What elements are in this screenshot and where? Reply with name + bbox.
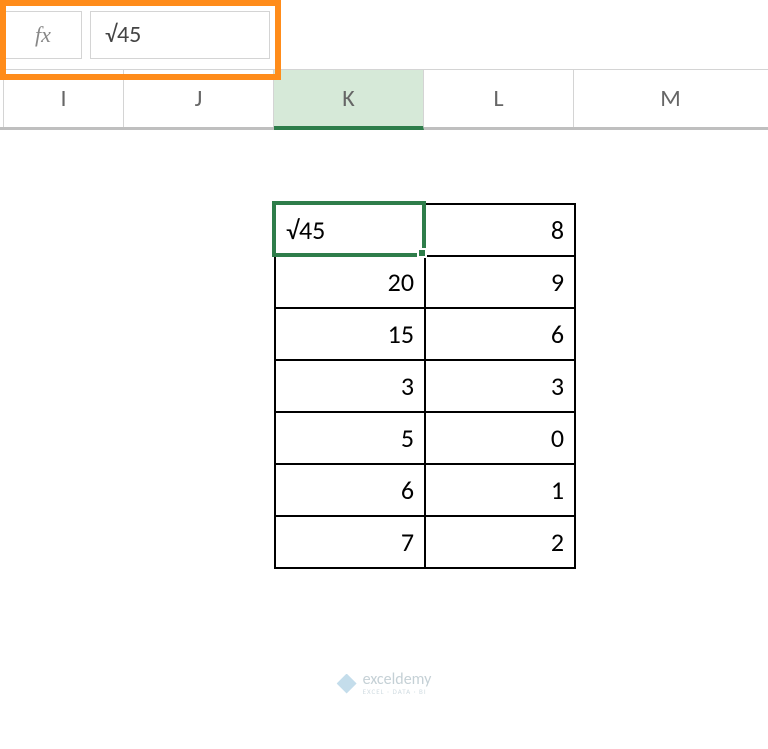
column-header-L[interactable]: L: [424, 70, 574, 127]
table-row: 5 0: [275, 412, 575, 464]
cell-L6[interactable]: 1: [425, 464, 575, 516]
cell-L1[interactable]: 8: [425, 204, 575, 256]
watermark-main: exceldemy: [363, 672, 432, 688]
column-headers-row: I J K L M: [0, 70, 768, 130]
fx-label: fx: [35, 22, 51, 48]
cell-K4[interactable]: 3: [275, 360, 425, 412]
column-header-M[interactable]: M: [574, 70, 767, 127]
cell-K7[interactable]: 7: [275, 516, 425, 568]
column-header-K[interactable]: K: [274, 70, 424, 130]
cell-L4[interactable]: 3: [425, 360, 575, 412]
cell-K2[interactable]: 20: [275, 256, 425, 308]
table-row: 6 1: [275, 464, 575, 516]
spreadsheet-grid[interactable]: √45 8 20 9 15 6 3 3 5 0 6 1 7 2 ex: [0, 130, 768, 745]
table-row: 7 2: [275, 516, 575, 568]
table-row: 15 6: [275, 308, 575, 360]
insert-function-button[interactable]: fx: [4, 11, 82, 59]
formula-input[interactable]: √45: [90, 11, 270, 59]
cell-L2[interactable]: 9: [425, 256, 575, 308]
watermark-icon: [337, 674, 357, 694]
cell-K1[interactable]: √45: [275, 204, 425, 256]
cell-K3[interactable]: 15: [275, 308, 425, 360]
cell-K6[interactable]: 6: [275, 464, 425, 516]
cell-K5[interactable]: 5: [275, 412, 425, 464]
cell-L7[interactable]: 2: [425, 516, 575, 568]
formula-bar: fx √45: [0, 0, 768, 70]
cell-L3[interactable]: 6: [425, 308, 575, 360]
data-table: √45 8 20 9 15 6 3 3 5 0 6 1 7 2: [274, 203, 576, 569]
formula-value: √45: [105, 20, 141, 49]
watermark-sub: EXCEL · DATA · BI: [363, 688, 432, 695]
table-row: √45 8: [275, 204, 575, 256]
column-header-I[interactable]: I: [4, 70, 124, 127]
column-header-J[interactable]: J: [124, 70, 274, 127]
cell-L5[interactable]: 0: [425, 412, 575, 464]
table-row: 20 9: [275, 256, 575, 308]
watermark-text: exceldemy EXCEL · DATA · BI: [363, 672, 432, 695]
table-row: 3 3: [275, 360, 575, 412]
watermark: exceldemy EXCEL · DATA · BI: [337, 672, 432, 695]
